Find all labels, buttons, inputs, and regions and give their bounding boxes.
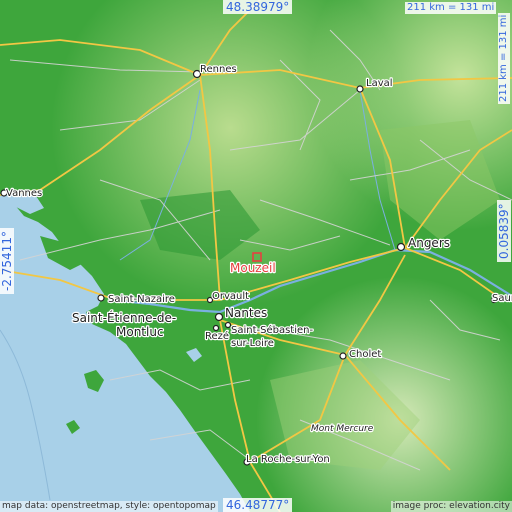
- label-saint-nazaire: Saint-Nazaire: [108, 294, 175, 305]
- cholet-marker: [339, 352, 347, 360]
- label-saur: Saur: [492, 293, 512, 304]
- angers-marker: [396, 242, 406, 252]
- label-orvault: Orvault: [212, 291, 249, 302]
- label-montluc: Montluc: [116, 325, 164, 339]
- coord-bottom-latitude: 46.48777°: [223, 498, 293, 512]
- label-saint-sebastien: Saint-Sébastien-: [231, 324, 313, 336]
- label-mouzeil: Mouzeil: [230, 261, 276, 275]
- label-laval: Laval: [366, 78, 393, 89]
- label-saint-etienne-de: Saint-Étienne-de-: [72, 310, 176, 325]
- label-reze: Rezé: [205, 330, 229, 342]
- coord-top-latitude: 48.38979°: [223, 0, 293, 14]
- credit-map-data: map data: openstreetmap, style: opentopo…: [0, 501, 218, 512]
- label-mont-mercure: Mont Mercure: [311, 424, 374, 434]
- label-la-roche-sur-yon: La Roche-sur-Yon: [246, 454, 330, 465]
- label-nantes: Nantes: [225, 306, 267, 320]
- saint-sebastien-marker: [224, 321, 232, 329]
- credit-image-processing: image proc: elevation.city: [390, 501, 512, 512]
- label-sur-loire: sur-Loire: [231, 338, 274, 349]
- coord-right-longitude: 0.05839°: [497, 200, 511, 262]
- saint-nazaire-marker: [97, 294, 105, 302]
- laval-marker: [356, 85, 364, 93]
- reze-marker: [212, 324, 220, 332]
- scale-vertical: 211 km = 131 mi: [498, 12, 510, 104]
- label-angers: Angers: [408, 236, 450, 250]
- label-rennes: Rennes: [200, 64, 237, 75]
- scale-horizontal: 211 km = 131 mi: [405, 2, 497, 14]
- label-vannes: Vannes: [6, 188, 42, 199]
- map-canvas: Rennes Laval Vannes Angers Saint-Nazaire…: [0, 0, 512, 512]
- nantes-marker: [214, 312, 224, 322]
- label-cholet: Cholet: [349, 349, 381, 360]
- coord-left-longitude: -2.75411°: [0, 228, 14, 294]
